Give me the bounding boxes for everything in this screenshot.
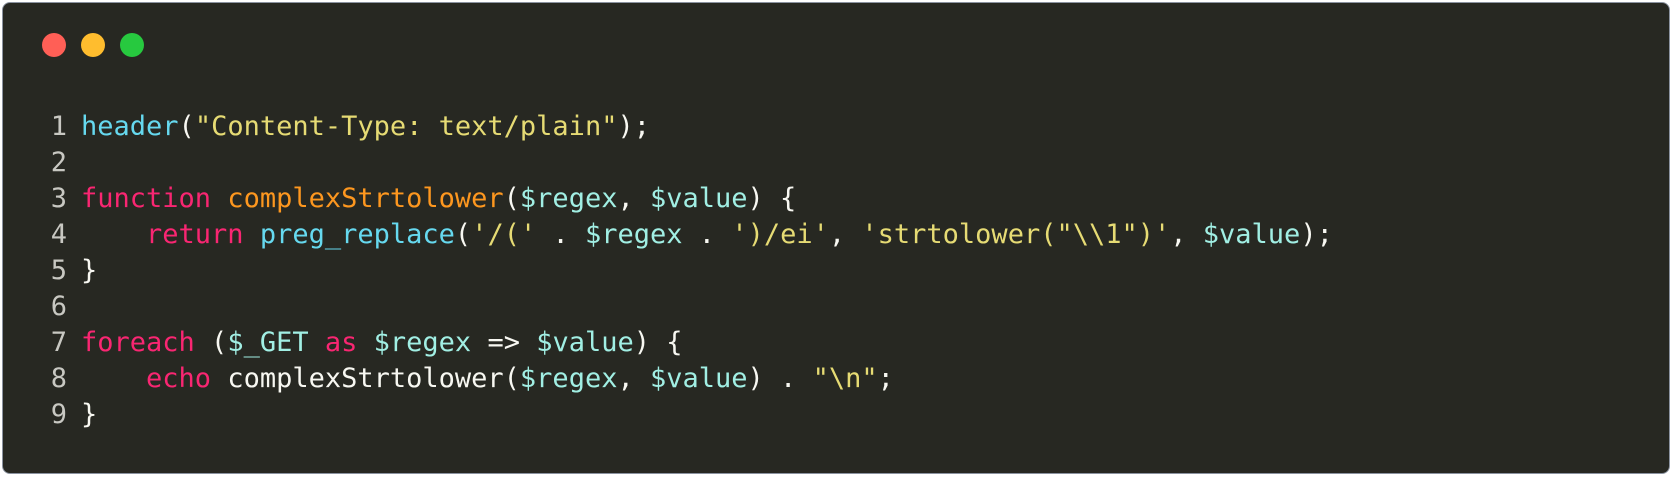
code-token: ) { bbox=[747, 183, 797, 214]
code-token: 'strtolower("\\1")' bbox=[861, 219, 1171, 250]
code-token: $value bbox=[649, 363, 748, 394]
minimize-dot-icon[interactable] bbox=[81, 33, 105, 57]
code-window: 1 header("Content-Type: text/plain"); 2 3 fu… bbox=[2, 2, 1670, 474]
code-token: preg_replace bbox=[259, 219, 455, 250]
code-token: , bbox=[617, 183, 650, 214]
code-token: $value bbox=[536, 327, 634, 358]
code-token: header bbox=[81, 111, 179, 142]
code-token: $value bbox=[1202, 219, 1301, 250]
code-line: 5} bbox=[3, 253, 1333, 289]
code-line: 6 bbox=[3, 289, 1333, 325]
code-token: } bbox=[81, 399, 98, 430]
line-number: 7 bbox=[50, 327, 67, 358]
code-token: echo bbox=[146, 363, 212, 394]
line-number: 6 bbox=[50, 291, 67, 322]
code-token: ')/ei' bbox=[731, 219, 829, 250]
maximize-dot-icon[interactable] bbox=[120, 33, 144, 57]
code-token: , bbox=[617, 363, 650, 394]
code-line: 8 echo complexStrtolower($regex, $value)… bbox=[3, 361, 1333, 397]
code-token: $regex bbox=[585, 219, 683, 250]
code-token: $regex bbox=[373, 327, 472, 358]
window-controls bbox=[42, 33, 144, 57]
code-token: ); bbox=[1300, 219, 1333, 250]
code-token: "Content-Type: text/plain" bbox=[194, 111, 618, 142]
code-token: . bbox=[682, 219, 732, 250]
line-source: header("Content-Type: text/plain"); bbox=[81, 109, 650, 145]
code-token: ) { bbox=[633, 327, 683, 358]
code-line: 1 header("Content-Type: text/plain"); bbox=[3, 109, 1333, 145]
code-token: $_GET bbox=[227, 327, 309, 358]
code-token: ( bbox=[194, 327, 228, 358]
line-source: echo complexStrtolower($regex, $value) .… bbox=[81, 361, 894, 397]
code-token: '/(' bbox=[471, 219, 537, 250]
line-source: function complexStrtolower($regex, $valu… bbox=[81, 181, 796, 217]
code-token: . bbox=[536, 219, 585, 250]
code-token: return bbox=[146, 219, 244, 250]
line-number: 8 bbox=[50, 363, 67, 394]
line-number: 1 bbox=[50, 111, 67, 142]
line-source: return preg_replace('/(' . $regex . ')/e… bbox=[81, 217, 1333, 253]
code-block: 1 header("Content-Type: text/plain"); 2 3 fu… bbox=[3, 109, 1333, 433]
line-number: 5 bbox=[50, 255, 67, 286]
line-number: 4 bbox=[50, 219, 67, 250]
code-token: function bbox=[81, 183, 212, 214]
code-token: } bbox=[81, 255, 98, 286]
code-token: complexStrtolower bbox=[227, 183, 504, 214]
line-source: foreach ($_GET as $regex => $value) { bbox=[81, 325, 683, 361]
code-token: , bbox=[828, 219, 862, 250]
line-number: 3 bbox=[50, 183, 67, 214]
line-number: 9 bbox=[50, 399, 67, 430]
code-token: ); bbox=[617, 111, 650, 142]
line-source: } bbox=[81, 253, 97, 289]
code-token: as bbox=[324, 327, 358, 358]
code-line: 7 foreach ($_GET as $regex => $value) { bbox=[3, 325, 1333, 361]
code-token: $value bbox=[649, 183, 748, 214]
code-line: 3 function complexStrtolower($regex, $val… bbox=[3, 181, 1333, 217]
code-token: ; bbox=[877, 363, 894, 394]
code-line: 4 return preg_replace('/(' . $regex . ')… bbox=[3, 217, 1333, 253]
code-line: 2 bbox=[3, 145, 1333, 181]
code-token: => bbox=[471, 327, 537, 358]
code-token: , bbox=[1170, 219, 1203, 250]
code-token: "\n" bbox=[812, 363, 878, 394]
code-token: foreach bbox=[81, 327, 195, 358]
code-line: 9} bbox=[3, 397, 1333, 433]
code-token: ( bbox=[503, 183, 520, 214]
code-token: complexStrtolower( bbox=[211, 363, 520, 394]
code-token: ( bbox=[454, 219, 472, 250]
code-token: $regex bbox=[519, 363, 618, 394]
line-source: } bbox=[81, 397, 97, 433]
code-token: ) . bbox=[747, 363, 813, 394]
line-number: 2 bbox=[50, 147, 67, 178]
code-token: ( bbox=[178, 111, 195, 142]
close-dot-icon[interactable] bbox=[42, 33, 66, 57]
code-token: $regex bbox=[519, 183, 618, 214]
